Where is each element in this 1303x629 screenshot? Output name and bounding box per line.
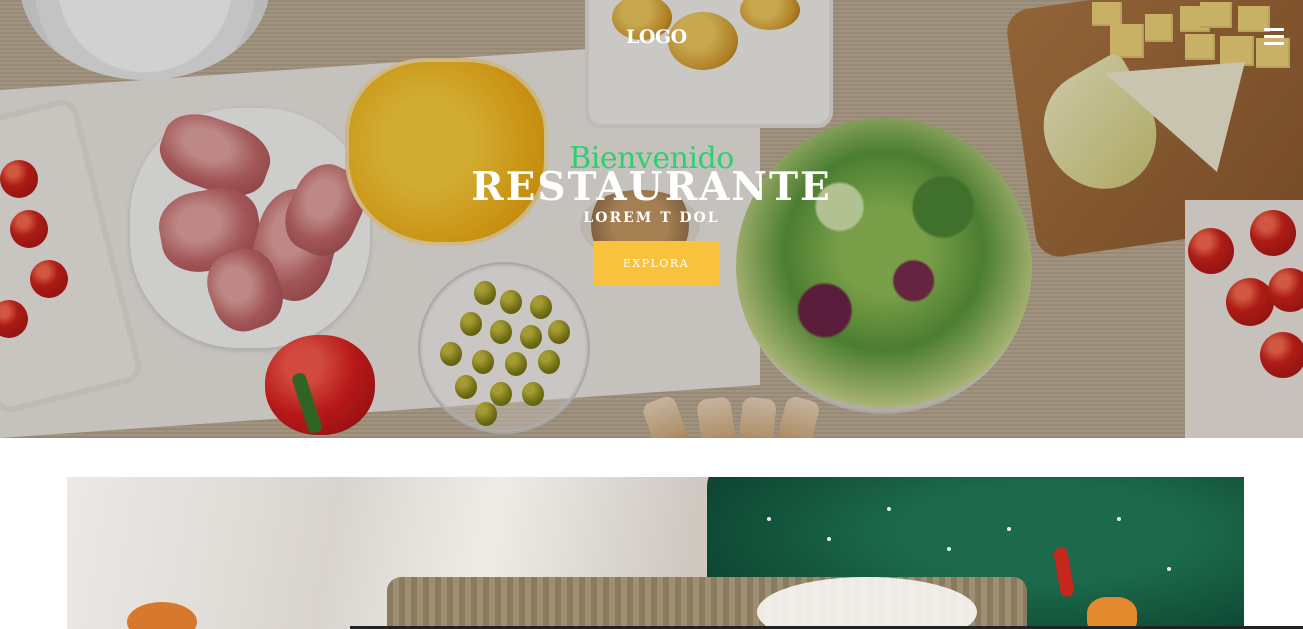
hero-section: LOGO Bienvenido RESTAURANTE LOREM T DOL … (0, 0, 1303, 438)
hamburger-menu-icon[interactable] (1264, 28, 1284, 46)
page: LOGO Bienvenido RESTAURANTE LOREM T DOL … (0, 0, 1303, 629)
pastry-image (1087, 597, 1137, 629)
feature-image (67, 477, 1244, 629)
flour-speck (1167, 567, 1171, 571)
flour-speck (1007, 527, 1011, 531)
flour-speck (887, 507, 891, 511)
flour-speck (947, 547, 951, 551)
flour-speck (1117, 517, 1121, 521)
explore-button[interactable]: EXPLORA (593, 241, 719, 285)
tagline: LOREM T DOL (583, 210, 720, 226)
brand-title: RESTAURANTE (471, 164, 832, 210)
flour-speck (827, 537, 831, 541)
flour-speck (767, 517, 771, 521)
logo[interactable]: LOGO (626, 26, 687, 48)
